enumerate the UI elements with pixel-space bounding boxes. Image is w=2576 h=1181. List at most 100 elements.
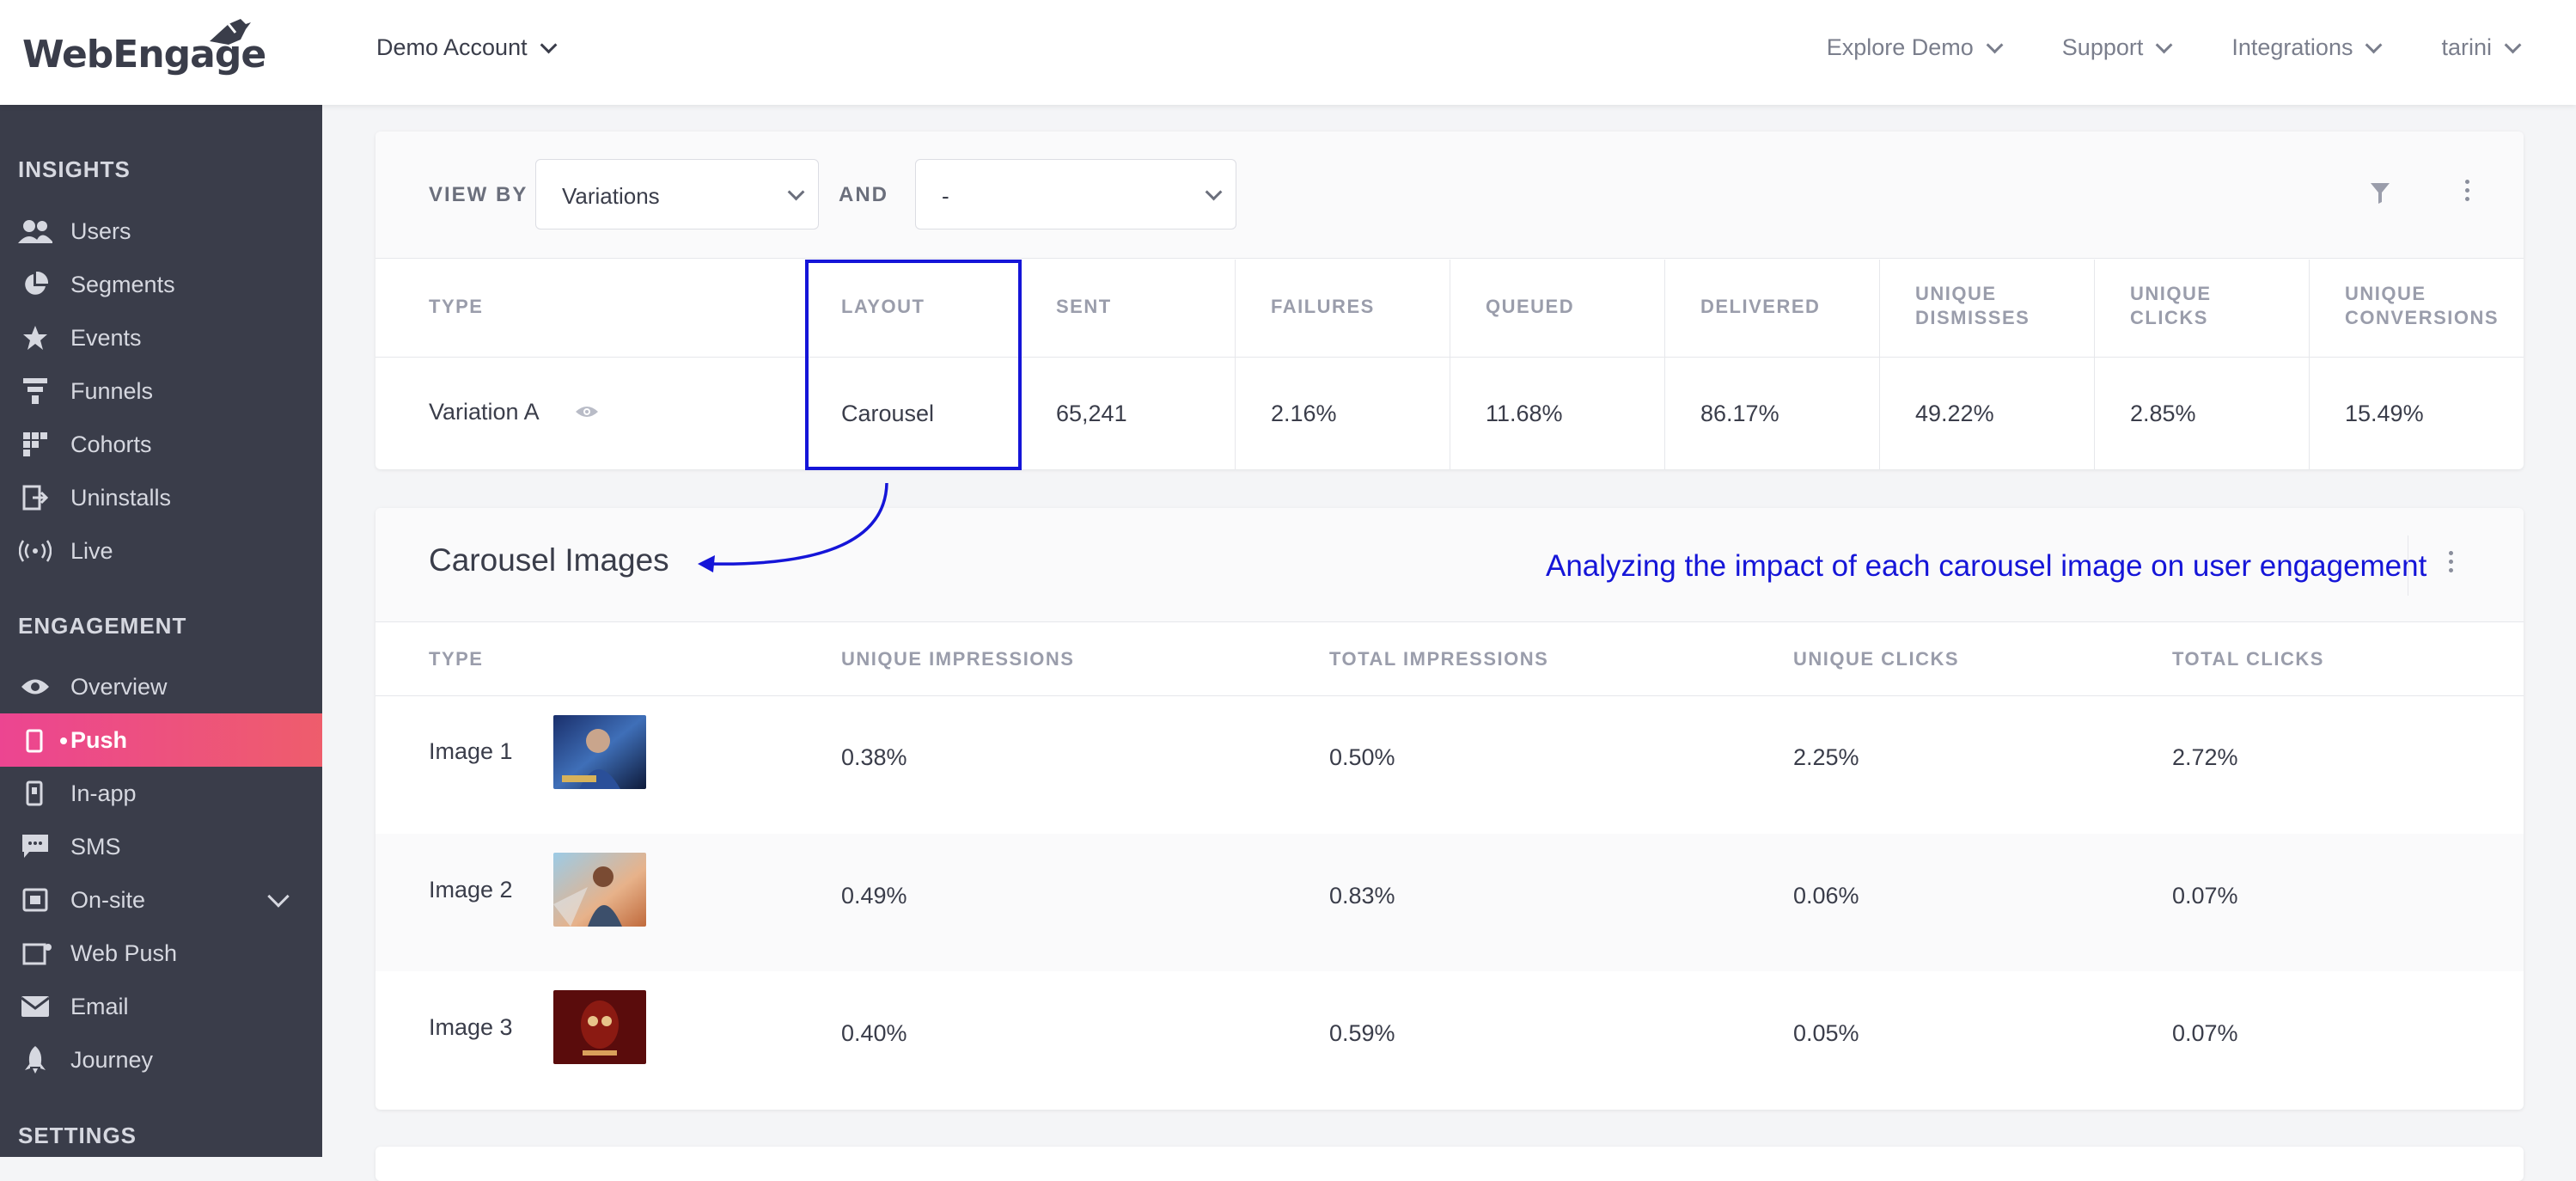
nav-label: Explore Demo	[1826, 34, 1974, 60]
column-header: UNIQUE DISMISSES	[1915, 283, 2030, 328]
queued-value: 11.68%	[1486, 401, 1563, 426]
sidebar-item-label: Segments	[70, 271, 175, 297]
chevron-down-icon	[2156, 36, 2173, 53]
carousel-image-thumbnail[interactable]	[553, 715, 646, 789]
users-icon	[17, 217, 53, 246]
column-header: UNIQUE CONVERSIONS	[2345, 283, 2500, 328]
sidebar-item-label: SMS	[70, 833, 121, 860]
carousel-images-card: Carousel Images Analyzing the impact of …	[375, 508, 2524, 1110]
eye-icon	[17, 672, 53, 701]
sidebar-item-label: Users	[70, 217, 131, 244]
sidebar-item-uninstalls[interactable]: Uninstalls	[0, 471, 322, 524]
divider	[2094, 260, 2095, 469]
nav-support[interactable]: Support	[2062, 34, 2173, 61]
unique-clicks-value: 2.85%	[2130, 401, 2196, 426]
insights-section-title: INSIGHTS	[18, 156, 131, 182]
nav-integrations[interactable]: Integrations	[2231, 34, 2383, 61]
chevron-down-icon	[2365, 36, 2383, 53]
sidebar-item-overview[interactable]: Overview	[0, 660, 322, 713]
mobile-icon	[17, 725, 67, 755]
column-header: UNIQUE CLICKS	[2130, 283, 2212, 328]
delivered-value: 86.17%	[1700, 401, 1779, 426]
sidebar: INSIGHTS Users Segments Events Funnels C…	[0, 105, 322, 1157]
and-value: -	[942, 183, 949, 209]
browser-icon	[17, 939, 53, 968]
nav-label: tarini	[2441, 34, 2492, 60]
unique-impressions-value: 0.49%	[841, 883, 907, 909]
sidebar-item-label: In-app	[70, 780, 137, 806]
unique-impressions-value: 0.38%	[841, 744, 907, 770]
and-select[interactable]: -	[915, 159, 1236, 229]
chevron-down-icon[interactable]	[267, 885, 290, 908]
account-name: Demo Account	[376, 34, 528, 60]
exit-icon	[17, 483, 53, 512]
sidebar-item-cohorts[interactable]: Cohorts	[0, 418, 322, 471]
top-nav: Explore Demo Support Integrations tarini	[1826, 34, 2522, 61]
failures-value: 2.16%	[1271, 401, 1337, 426]
sidebar-item-sms[interactable]: SMS	[0, 820, 322, 873]
unique-impressions-value: 0.40%	[841, 1020, 907, 1046]
sidebar-item-push[interactable]: Push	[0, 713, 322, 767]
column-header: UNIQUE IMPRESSIONS	[841, 648, 1075, 670]
sidebar-item-events[interactable]: Events	[0, 311, 322, 364]
sidebar-item-funnels[interactable]: Funnels	[0, 364, 322, 418]
sidebar-item-label: On-site	[70, 886, 146, 913]
more-options-icon[interactable]	[2449, 551, 2453, 572]
sidebar-item-web-push[interactable]: Web Push	[0, 927, 322, 980]
sidebar-item-label: Cohorts	[70, 431, 152, 457]
unique-clicks-value: 0.06%	[1793, 883, 1859, 909]
variation-name: Variation A	[429, 399, 540, 425]
sent-value: 65,241	[1056, 401, 1127, 426]
sidebar-item-users[interactable]: Users	[0, 205, 322, 258]
chat-icon	[17, 832, 53, 861]
window-icon	[17, 885, 53, 915]
column-header: TOTAL CLICKS	[2172, 648, 2324, 670]
unique-clicks-value: 2.25%	[1793, 744, 1859, 770]
carousel-image-thumbnail[interactable]	[553, 853, 646, 927]
view-by-select[interactable]: Variations	[535, 159, 819, 229]
divider	[1235, 260, 1236, 469]
sidebar-item-on-site[interactable]: On-site	[0, 873, 322, 927]
notification-dot	[45, 944, 52, 951]
top-bar: WebEngage Demo Account Explore Demo Supp…	[0, 0, 2576, 105]
view-by-label: VIEW BY	[429, 183, 528, 206]
sidebar-item-label: Email	[70, 993, 129, 1019]
total-clicks-value: 0.07%	[2172, 883, 2238, 909]
broadcast-icon	[17, 536, 53, 566]
nav-explore-demo[interactable]: Explore Demo	[1826, 34, 2004, 61]
mail-icon	[17, 992, 53, 1021]
filter-icon[interactable]	[2371, 183, 2390, 204]
column-header: TYPE	[429, 648, 484, 670]
webengage-logo[interactable]: WebEngage	[22, 15, 266, 84]
nav-user-menu[interactable]: tarini	[2441, 34, 2522, 61]
account-switcher[interactable]: Demo Account	[376, 34, 558, 61]
table-row: Image 2 0.49% 0.83% 0.06% 0.07%	[375, 834, 2524, 971]
sidebar-item-email[interactable]: Email	[0, 980, 322, 1033]
image-type: Image 2	[429, 877, 513, 903]
funnel-icon	[17, 376, 53, 406]
layout-highlight-box	[805, 260, 1022, 470]
total-impressions-value: 0.59%	[1329, 1020, 1395, 1046]
total-impressions-value: 0.83%	[1329, 883, 1395, 909]
total-clicks-value: 0.07%	[2172, 1020, 2238, 1046]
pie-icon	[17, 270, 53, 299]
tablet-icon	[17, 779, 53, 808]
unique-clicks-value: 0.05%	[1793, 1020, 1859, 1046]
divider	[1664, 260, 1665, 469]
column-header: DELIVERED	[1700, 296, 1821, 317]
sidebar-item-in-app[interactable]: In-app	[0, 767, 322, 820]
rocket-icon	[17, 1045, 53, 1074]
carousel-image-thumbnail[interactable]	[553, 990, 646, 1064]
divider	[2309, 260, 2310, 469]
unique-conversions-value: 15.49%	[2345, 401, 2424, 426]
sidebar-item-label: Web Push	[70, 939, 178, 966]
more-options-icon[interactable]	[2465, 180, 2469, 201]
sidebar-item-live[interactable]: Live	[0, 524, 322, 578]
sidebar-item-label: Push	[70, 726, 128, 753]
sidebar-item-segments[interactable]: Segments	[0, 258, 322, 311]
eye-icon[interactable]	[575, 405, 599, 419]
unique-dismisses-value: 49.22%	[1915, 401, 1994, 426]
sidebar-item-journey[interactable]: Journey	[0, 1033, 322, 1086]
column-header: TYPE	[429, 296, 484, 317]
annotation-text: Analyzing the impact of each carousel im…	[1546, 549, 2427, 583]
